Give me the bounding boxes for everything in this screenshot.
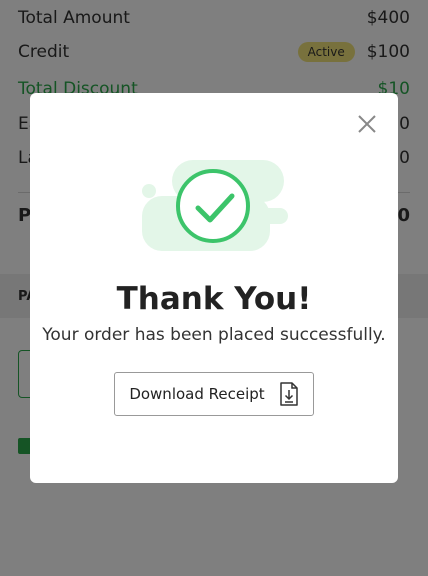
- download-receipt-button[interactable]: Download Receipt: [114, 372, 314, 416]
- download-receipt-label: Download Receipt: [129, 385, 265, 403]
- download-file-icon: [279, 382, 298, 406]
- order-success-modal: Thank You! Your order has been placed su…: [30, 93, 398, 483]
- modal-message: Your order has been placed successfully.: [42, 325, 386, 345]
- check-circle-icon: [142, 160, 288, 251]
- close-icon[interactable]: [356, 113, 378, 135]
- modal-title: Thank You!: [116, 281, 312, 317]
